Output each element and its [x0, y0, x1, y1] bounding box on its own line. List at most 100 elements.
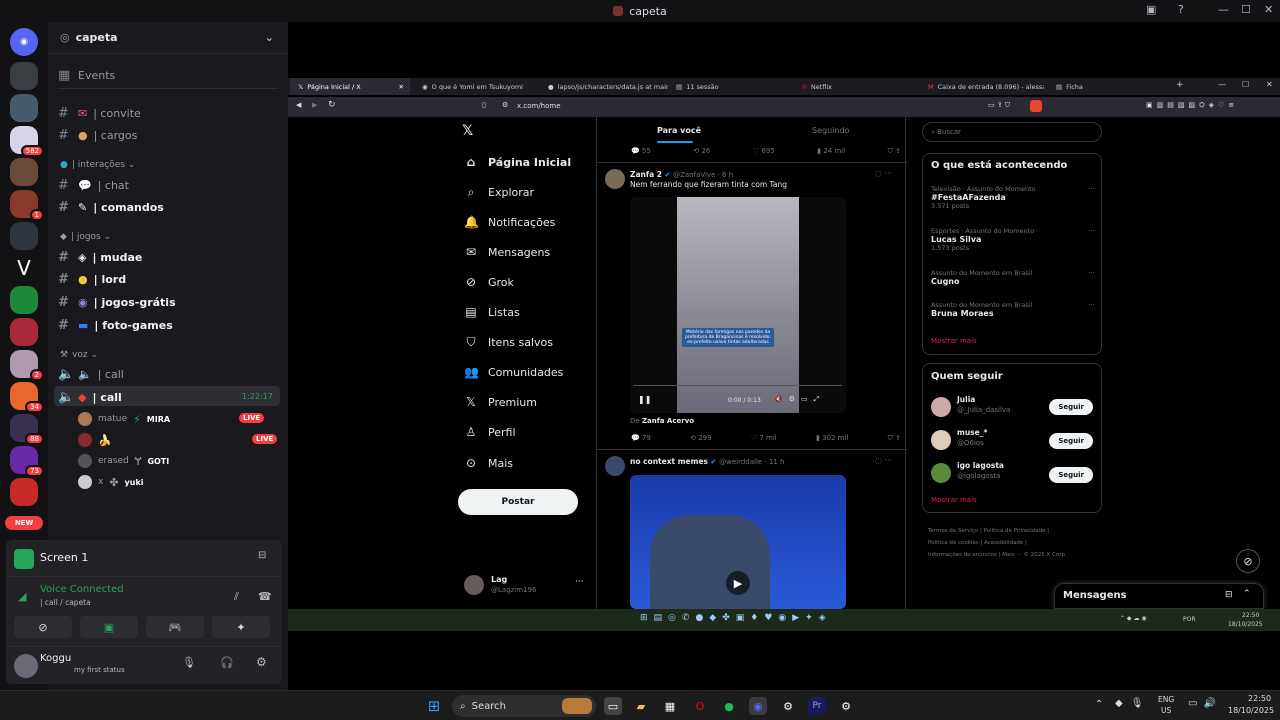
server-icon[interactable] — [10, 222, 38, 250]
server-icon[interactable]: 34 — [10, 382, 44, 413]
account-name[interactable]: Lag — [491, 575, 507, 584]
tab-netflix[interactable]: N Netflix — [794, 78, 918, 95]
view-count[interactable]: ▮ 24 mil — [817, 147, 845, 156]
nav-grok[interactable]: ⊘ Grok — [464, 275, 514, 289]
steam-icon[interactable]: ⚙ — [779, 697, 797, 715]
camera-off-button[interactable]: ⊘ — [14, 616, 72, 638]
voice-channel-item[interactable]: 🔈 🔈 | call — [58, 367, 124, 382]
popout-icon[interactable]: ⊟ — [258, 550, 266, 561]
avatar[interactable] — [605, 456, 625, 476]
voice-user[interactable]: 🍌 — [78, 433, 112, 447]
screen-share-button[interactable]: ▣ — [80, 616, 138, 638]
settings-gear-icon[interactable]: ⚙ — [256, 655, 267, 669]
server-icon[interactable]: 582 — [10, 126, 44, 157]
video-controls-icons[interactable]: 🔇⚙▭⤢ — [774, 395, 825, 404]
like-count[interactable]: ♡ 695 — [753, 147, 775, 156]
post-author[interactable]: no context memes ✔ @weirddalle · 11 h — [630, 457, 784, 466]
reply-count[interactable]: 💬 55 — [631, 147, 651, 156]
user-status[interactable]: my first status — [74, 666, 125, 674]
grok-float-icon[interactable]: ⊘ — [1236, 549, 1260, 573]
footer-links[interactable]: Termos de Serviço | Política de Privacid… — [928, 525, 1067, 561]
repost-count[interactable]: ⟲ 26 — [693, 147, 710, 156]
start-icon[interactable]: ⊞ — [425, 697, 443, 715]
trend-item[interactable]: Assunto do Momento em Brasil Cugno ··· — [931, 269, 1095, 286]
voice-connected-status[interactable]: Voice Connected — [40, 584, 124, 595]
inbox-icon[interactable]: ▣ — [1146, 3, 1156, 16]
messages-drawer[interactable]: Mensagens ⊟ ⌃ — [1054, 583, 1264, 609]
post-button[interactable]: Postar — [458, 489, 578, 515]
server-icon[interactable]: 1 — [10, 190, 44, 221]
show-more-link[interactable]: Mostrar mais — [931, 496, 977, 504]
tab-gmail[interactable]: MCaixa de entrada (8.096) - alessandr — [920, 78, 1044, 95]
tab-github[interactable]: ● lapso/js/characters/data.js at main — [540, 78, 668, 95]
server-icon[interactable]: 88 — [10, 414, 44, 445]
file-explorer-icon[interactable]: ▰ — [632, 697, 650, 715]
tab-session[interactable]: ▤ 11 sessão — [668, 78, 792, 95]
post-author[interactable]: Zanfa 2 ✔ @ZanfaVive · 6 h — [630, 170, 733, 179]
tab-x-home[interactable]: 𝕏 Página Inicial / X ✕ — [290, 78, 410, 95]
post-menu-icon[interactable]: ◌ ··· — [875, 169, 892, 178]
channel-item[interactable]: # ● | lord — [58, 272, 126, 287]
more-icon[interactable]: ··· — [1088, 227, 1095, 235]
microphone-icon[interactable]: 🎙 — [182, 656, 196, 669]
category-interacoes[interactable]: ● | interações ⌄ — [60, 160, 135, 170]
voice-channel-item[interactable]: 🔈 ◆ | call — [58, 390, 122, 405]
extensions-icon[interactable]: ▭ ⇪ ⛉ — [988, 101, 1010, 110]
site-info-icon[interactable]: ⚙ — [502, 101, 508, 109]
spotify-icon[interactable]: ● — [720, 697, 738, 715]
server-icon[interactable] — [10, 62, 38, 90]
channel-item[interactable]: # ▬ | foto-games — [58, 318, 173, 333]
minimize-button[interactable]: — — [1218, 3, 1229, 16]
new-servers-badge[interactable]: NEW — [5, 516, 43, 530]
trend-item[interactable]: Assunto do Momento em Brasil Bruna Moraes… — [931, 301, 1095, 318]
premiere-icon[interactable]: Pr — [808, 697, 826, 715]
nav-bookmarks[interactable]: ⛉ Itens salvos — [464, 335, 553, 350]
channel-item[interactable]: # ● | cargos — [58, 128, 137, 143]
chevron-up-icon[interactable]: ⌃ — [1243, 589, 1251, 599]
show-more-link[interactable]: Mostrar mais — [931, 337, 977, 345]
more-icon[interactable]: ··· — [1088, 269, 1095, 277]
category-jogos[interactable]: ◆ | jogos ⌄ — [60, 232, 111, 242]
nav-profile[interactable]: ♙ Perfil — [464, 425, 516, 439]
channel-item[interactable]: # ✎ | comandos — [58, 200, 164, 215]
maximize-button[interactable]: ☐ — [1241, 3, 1251, 16]
trend-item[interactable]: Televisão · Assunto do Momento #FestaAFaz… — [931, 185, 1095, 210]
server-icon[interactable] — [10, 94, 38, 122]
server-icon[interactable]: V — [10, 254, 38, 282]
nav-premium[interactable]: 𝕏 Premium — [464, 395, 537, 409]
more-icon[interactable]: ··· — [1088, 185, 1095, 193]
more-icon[interactable]: ··· — [1088, 301, 1095, 309]
settings-gear-icon[interactable]: ⚙ — [837, 697, 855, 715]
nav-notifications[interactable]: 🔔 Notificações — [464, 215, 555, 229]
follow-button[interactable]: Seguir — [1049, 467, 1093, 483]
headphones-icon[interactable]: 🎧 — [220, 656, 234, 669]
tab-for-you[interactable]: Para você — [657, 126, 701, 135]
view-count[interactable]: ▮ 302 mil — [816, 434, 848, 443]
x-logo-icon[interactable]: 𝕏 — [462, 123, 473, 139]
brave-shield-icon[interactable] — [1030, 100, 1042, 112]
search-input[interactable]: ⌕ Buscar — [922, 122, 1102, 142]
avatar[interactable] — [14, 654, 38, 678]
minimize-button[interactable]: — — [1218, 80, 1226, 89]
signal-icon[interactable]: ◢ — [18, 590, 26, 603]
server-icon[interactable]: 73 — [10, 446, 44, 477]
channel-item[interactable]: # ◈ | mudae — [58, 250, 142, 265]
account-handle[interactable]: @Lagzim196 — [491, 586, 536, 594]
repost-count[interactable]: ⟲ 299 — [690, 434, 711, 443]
reply-count[interactable]: 💬 79 — [631, 434, 651, 443]
toolbar-icons[interactable]: ▣▥▤▧▨⛭◈♡≡ — [1146, 101, 1238, 110]
events-item[interactable]: ▦ Events — [58, 68, 115, 83]
tray-icons[interactable]: ◆🎙 — [1115, 698, 1151, 709]
voice-user[interactable]: erased Ɏ GOTI — [78, 454, 169, 468]
category-voz[interactable]: ⚒ voz ⌄ — [60, 350, 98, 360]
back-icon[interactable]: ◀ — [296, 101, 301, 109]
language-indicator[interactable]: ENG US — [1158, 694, 1174, 716]
follow-button[interactable]: Seguir — [1049, 399, 1093, 415]
voice-user[interactable]: x ✤ yuki — [78, 475, 144, 489]
search-box[interactable]: ⌕ Search — [452, 695, 596, 717]
discord-icon[interactable]: ◉ — [749, 697, 767, 715]
server-icon[interactable] — [10, 318, 38, 346]
voice-user[interactable]: matue ⚡ MIRA — [78, 412, 170, 426]
activities-button[interactable]: 🎮 — [146, 616, 204, 638]
channel-item[interactable]: # ✉ | convite — [58, 106, 141, 121]
